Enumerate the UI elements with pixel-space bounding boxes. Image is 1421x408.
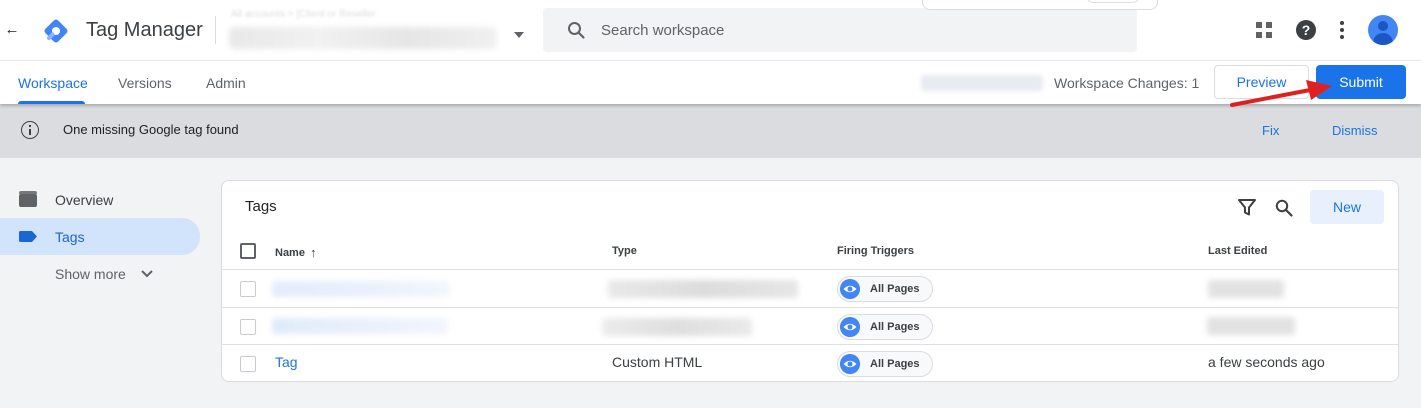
top-app-bar: ← Tag Manager All accounts > [Client or … [0,0,1421,60]
chevron-down-icon[interactable] [141,270,153,278]
tab-admin[interactable]: Admin [206,75,246,91]
sidebar-item-overview[interactable]: Overview [0,181,200,218]
eye-icon [840,354,860,374]
annotation-arrow [1230,80,1332,107]
filter-icon[interactable] [1238,199,1256,216]
more-vert-icon[interactable] [1338,20,1346,40]
tag-name-redacted[interactable] [272,318,448,334]
tag-type-redacted [602,318,752,336]
help-icon[interactable]: ? [1296,20,1316,40]
table-row[interactable]: All Pages [222,307,1398,344]
account-avatar[interactable] [1368,15,1398,45]
card-title: Tags [245,198,277,215]
trigger-chip[interactable]: All Pages [837,314,933,340]
banner-message: One missing Google tag found [63,122,239,137]
tag-type: Custom HTML [612,354,703,370]
dropdown-caret-icon[interactable] [514,32,524,38]
tab-versions[interactable]: Versions [118,75,172,91]
show-more-button[interactable]: Show more [55,266,126,282]
table-row[interactable]: Tag Custom HTML All Pages a few seconds … [222,344,1398,381]
tab-workspace[interactable]: Workspace [18,75,88,91]
table-row[interactable]: All Pages [222,269,1398,306]
active-tab-indicator [18,101,85,104]
workspace-name-redacted [921,75,1043,91]
search-bar[interactable] [543,8,1137,52]
tag-manager-logo [44,19,68,43]
account-container-selector[interactable]: All accounts > [Client or Reseller [229,9,501,51]
info-icon [21,121,39,139]
row-checkbox[interactable] [240,356,256,372]
apps-icon[interactable] [1256,22,1272,38]
row-checkbox[interactable] [240,319,256,335]
workspace-changes-count: Workspace Changes: 1 [1054,75,1200,91]
tag-icon [19,231,37,242]
workspace-toolbar: Workspace Versions Admin Workspace Chang… [0,60,1421,104]
dismiss-link[interactable]: Dismiss [1332,123,1378,138]
account-breadcrumb: All accounts > [Client or Reseller [231,9,376,20]
trigger-chip[interactable]: All Pages [837,276,933,302]
sidebar-item-label: Tags [55,229,85,245]
row-checkbox[interactable] [240,281,256,297]
tag-name-redacted[interactable] [272,281,450,297]
title-divider [215,16,216,44]
overview-icon [19,191,37,207]
search-icon [568,22,585,39]
column-header-type[interactable]: Type [612,245,637,257]
column-header-name[interactable]: Name ↑ [275,245,316,260]
eye-icon [840,279,860,299]
search-icon[interactable] [1275,199,1293,217]
sort-ascending-icon: ↑ [309,245,317,260]
tag-type-redacted [608,280,798,298]
app-title: Tag Manager [86,19,203,41]
arrow-back-icon[interactable]: ← [4,20,20,40]
new-tag-button[interactable]: New [1310,190,1384,224]
trigger-chip[interactable]: All Pages [837,351,933,377]
search-input[interactable] [601,18,1081,42]
sidebar-item-label: Overview [55,192,114,208]
select-all-checkbox[interactable] [240,243,256,259]
notification-banner: One missing Google tag found Fix Dismiss [0,104,1421,158]
fix-link[interactable]: Fix [1262,123,1279,138]
eye-icon [840,317,860,337]
column-header-last-edited[interactable]: Last Edited [1208,245,1267,257]
column-header-firing-triggers[interactable]: Firing Triggers [837,245,914,257]
last-edited: a few seconds ago [1208,354,1325,370]
tag-name-link[interactable]: Tag [275,354,298,370]
sidebar-item-tags[interactable]: Tags [0,218,200,255]
last-edited-redacted [1207,317,1295,335]
container-name-redacted [229,27,497,49]
tags-table-card: Tags New Name ↑ Type Firing Triggers Last… [221,180,1399,382]
partial-popup [922,0,1158,10]
last-edited-redacted [1208,280,1284,298]
